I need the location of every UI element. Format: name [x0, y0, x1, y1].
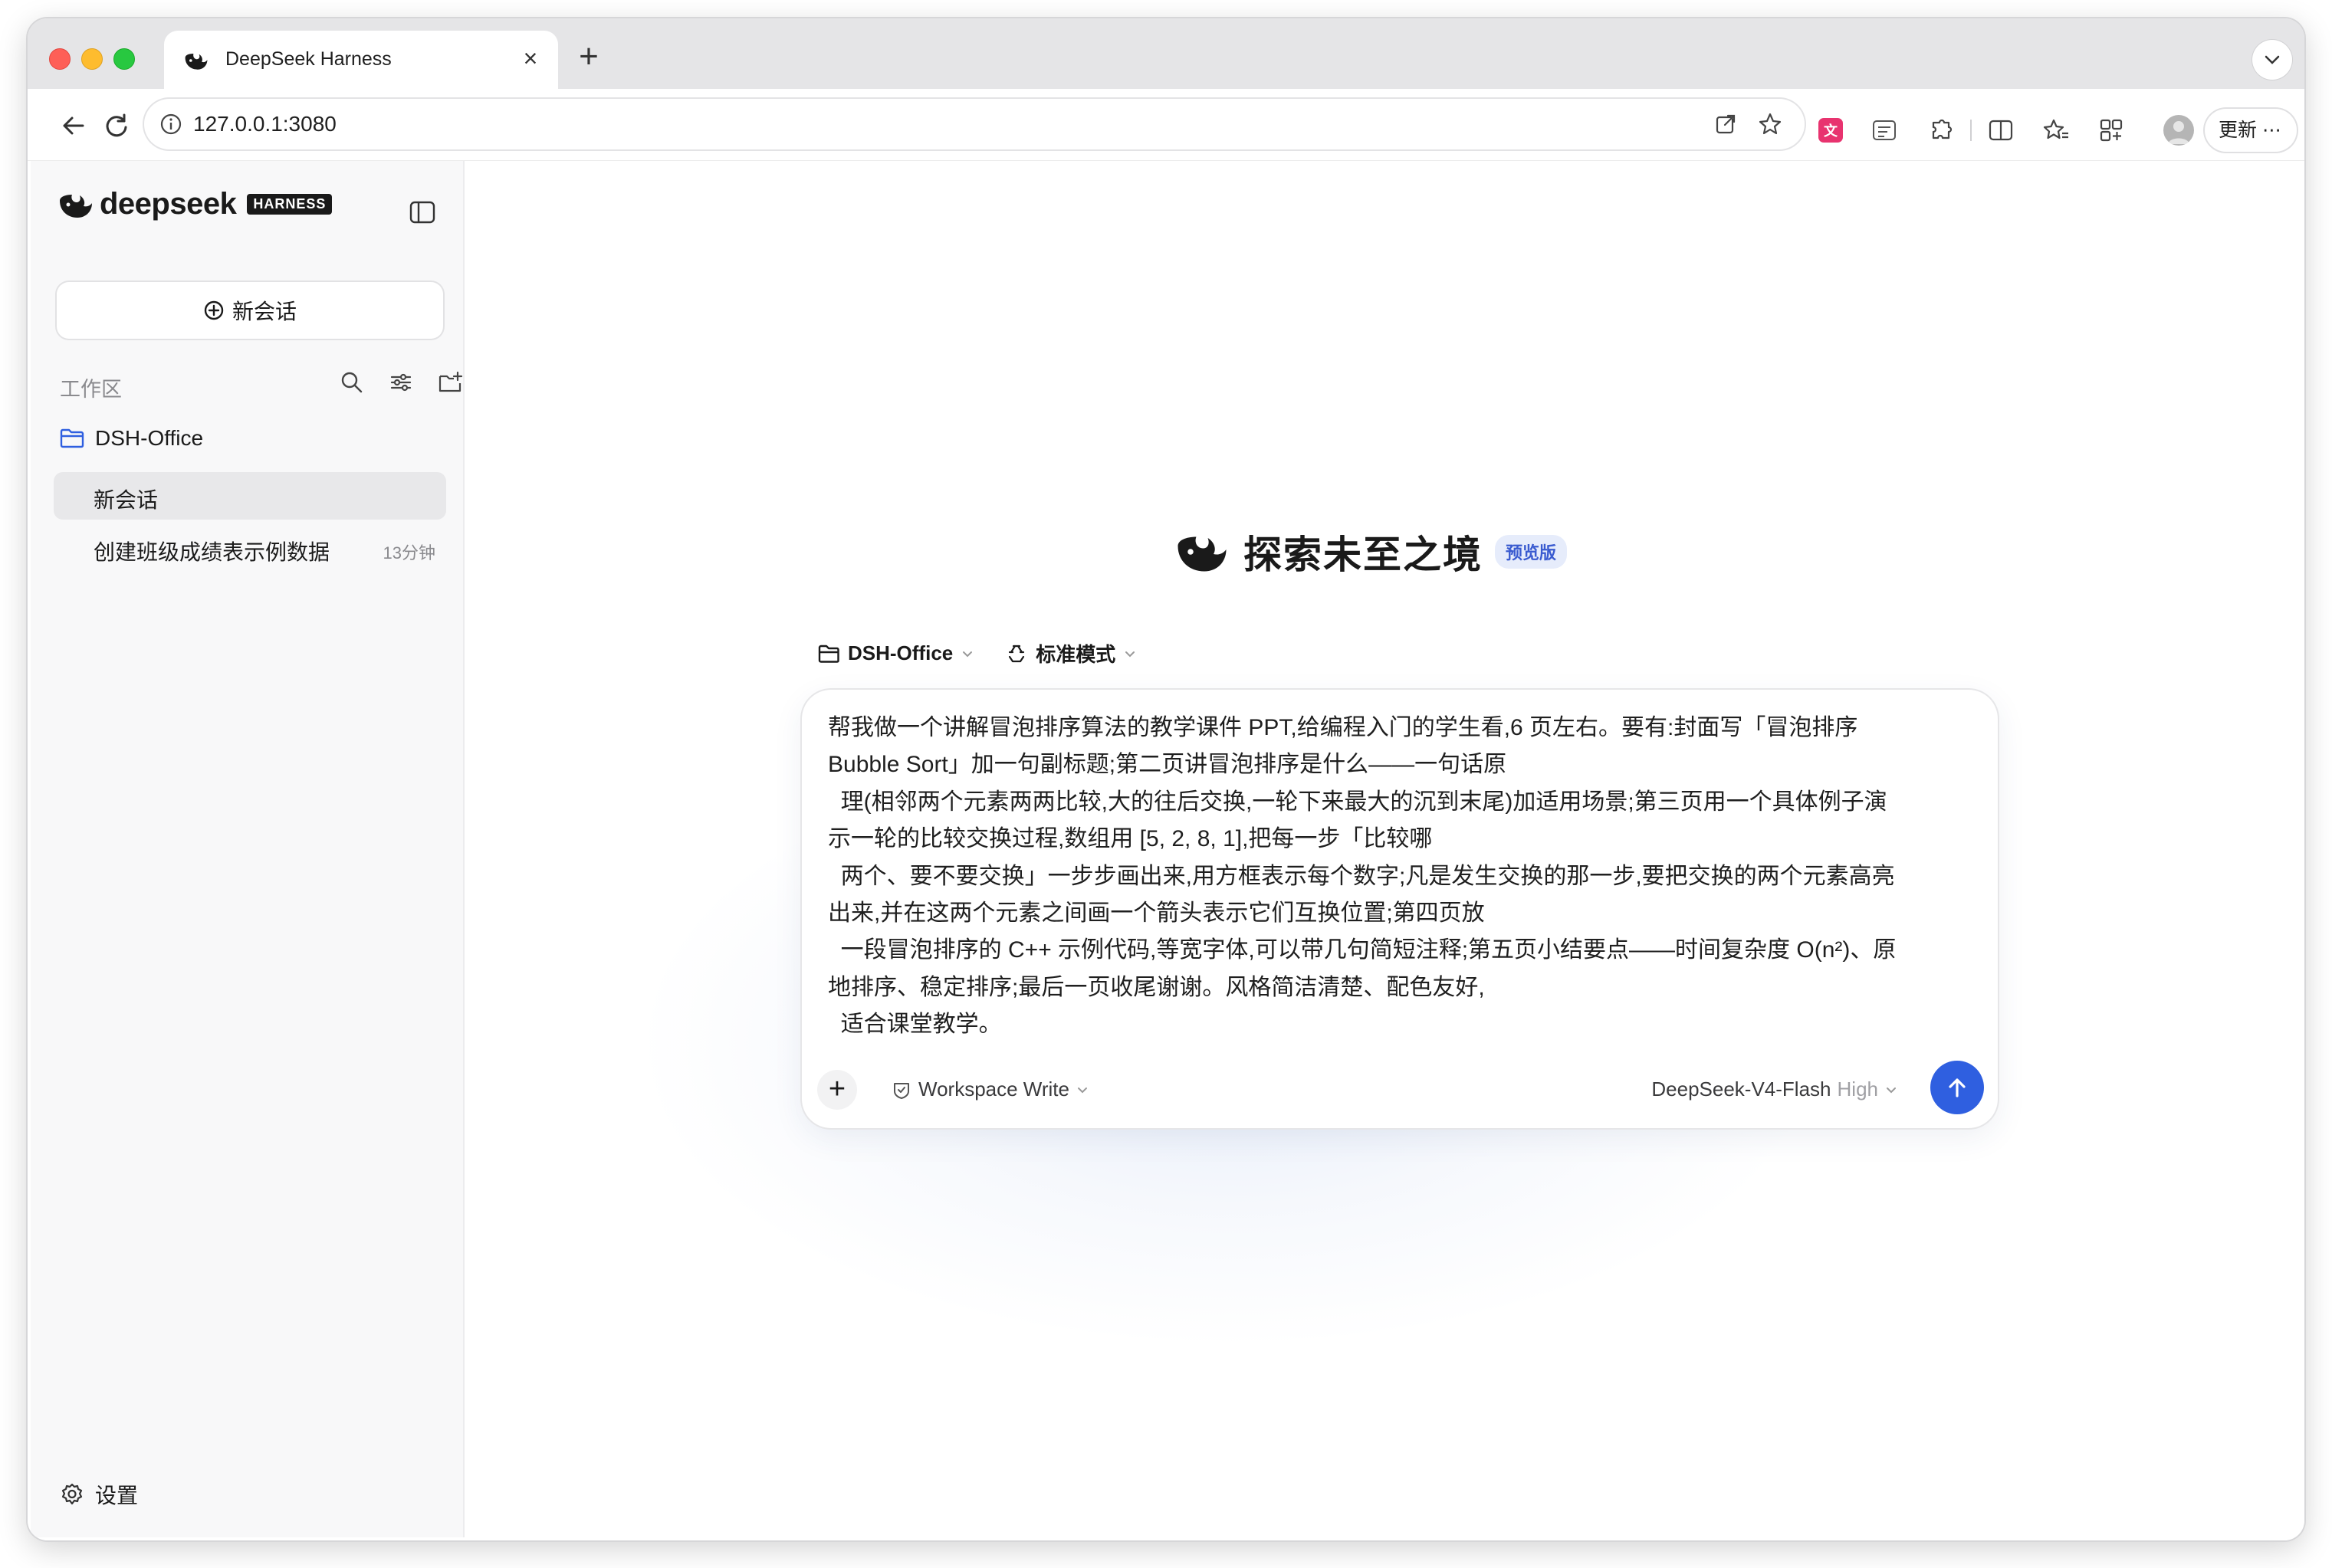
folder-name: DSH-Office [95, 426, 204, 450]
maximize-window-button[interactable] [113, 48, 135, 70]
shield-check-icon [894, 1082, 909, 1099]
back-arrow-icon[interactable] [55, 107, 92, 144]
address-bar[interactable]: 127.0.0.1:3080 [144, 99, 1805, 149]
browser-tab-active[interactable]: DeepSeek Harness × [164, 31, 558, 89]
main-panel: 探索未至之境 预览版 DSH-Office 标准模式 帮我做一个讲解冒泡排序算法… [465, 161, 2304, 1537]
session-item[interactable]: 创建班级成绩表示例数据 13分钟 [54, 524, 446, 572]
plus-circle-icon [204, 300, 224, 320]
settings-button[interactable]: 设置 [60, 1479, 138, 1510]
chevron-down-icon [1125, 651, 1135, 657]
toolbar-divider [1970, 120, 1972, 141]
chevron-down-icon [2265, 55, 2280, 64]
prompt-input[interactable]: 帮我做一个讲解冒泡排序算法的教学课件 PPT,给编程入门的学生看,6 页左右。要… [828, 710, 1978, 1044]
new-tab-button[interactable]: + [572, 40, 606, 75]
model-level: High [1837, 1078, 1878, 1101]
translate-extension-icon[interactable]: 文 [1817, 116, 1844, 144]
app-logo: deepseek HARNESS [57, 187, 333, 221]
browser-window: DeepSeek Harness × + 127.0.0.1:3080 文 更新… [28, 18, 2304, 1540]
new-chat-button[interactable]: 新会话 [57, 282, 443, 339]
logo-text: deepseek [100, 187, 237, 221]
session-item-active[interactable]: 新会话 [54, 472, 446, 520]
folder-selector-label: DSH-Office [848, 641, 954, 664]
tab-close-icon[interactable]: × [517, 44, 544, 72]
url-text[interactable]: 127.0.0.1:3080 [193, 112, 337, 136]
sidebar-toggle-icon[interactable] [409, 201, 435, 224]
mode-selector[interactable]: 标准模式 [1005, 639, 1137, 668]
collections-icon[interactable] [2097, 116, 2125, 144]
browser-toolbar: 127.0.0.1:3080 文 更新 ⋯ [28, 89, 2304, 161]
search-icon[interactable] [339, 369, 365, 395]
workspace-heading: 工作区 [60, 378, 122, 401]
site-info-icon[interactable] [159, 113, 182, 136]
sidebar: deepseek HARNESS 新会话 工作区 DSH-Office 新会话 … [31, 161, 465, 1537]
tab-title: DeepSeek Harness [225, 48, 392, 70]
permission-mode-label: Workspace Write [918, 1078, 1069, 1101]
chevron-down-icon [1887, 1087, 1896, 1093]
bookmark-star-icon[interactable] [1757, 111, 1783, 137]
svg-text:文: 文 [1824, 123, 1838, 139]
folder-icon [818, 645, 839, 663]
arrow-up-icon [1949, 1078, 1966, 1097]
logo-badge: HARNESS [247, 194, 333, 215]
folder-selector[interactable]: DSH-Office [817, 641, 974, 665]
model-selector[interactable]: DeepSeek-V4-Flash High [1651, 1078, 1898, 1101]
recycle-mode-icon [1009, 645, 1025, 662]
devtools-extension-icon[interactable] [1871, 116, 1898, 144]
workspace-folder[interactable]: DSH-Office [60, 426, 203, 451]
send-button[interactable] [1930, 1061, 1984, 1114]
reload-icon[interactable] [98, 107, 135, 144]
mode-selector-label: 标准模式 [1036, 643, 1116, 666]
minimize-window-button[interactable] [81, 48, 103, 70]
chevron-down-icon [963, 651, 973, 657]
attach-button[interactable]: + [817, 1070, 857, 1110]
preview-badge: 预览版 [1495, 535, 1568, 569]
tab-search-button[interactable] [2252, 40, 2292, 80]
new-folder-icon[interactable] [437, 369, 463, 395]
app-root: deepseek HARNESS 新会话 工作区 DSH-Office 新会话 … [28, 161, 2304, 1540]
prompt-composer[interactable]: 帮我做一个讲解冒泡排序算法的教学课件 PPT,给编程入门的学生看,6 页左右。要… [802, 690, 1998, 1128]
settings-label: 设置 [95, 1484, 139, 1507]
folder-icon [60, 428, 84, 448]
open-external-icon[interactable] [1713, 111, 1739, 137]
session-time: 13分钟 [383, 543, 435, 563]
deepseek-whale-icon [1177, 536, 1227, 572]
filter-sliders-icon[interactable] [388, 369, 414, 395]
gear-icon [61, 1483, 83, 1505]
puzzle-extensions-icon[interactable] [1927, 116, 1955, 144]
tab-bar: DeepSeek Harness × + [28, 18, 2304, 89]
profile-avatar[interactable] [2163, 115, 2194, 146]
favorites-icon[interactable] [2042, 116, 2070, 144]
update-button[interactable]: 更新 ⋯ [2205, 109, 2297, 152]
context-selectors: DSH-Office 标准模式 [817, 639, 1137, 668]
chevron-down-icon [1077, 1087, 1087, 1093]
permission-mode-selector[interactable]: Workspace Write [891, 1078, 1089, 1101]
model-name: DeepSeek-V4-Flash [1651, 1078, 1831, 1101]
hero-header: 探索未至之境 预览版 [1173, 524, 1568, 579]
deepseek-whale-icon [185, 54, 208, 70]
session-title: 创建班级成绩表示例数据 [94, 540, 330, 564]
session-title: 新会话 [94, 488, 159, 512]
user-icon [2168, 121, 2189, 144]
close-window-button[interactable] [49, 48, 71, 70]
deepseek-whale-icon [60, 194, 92, 218]
split-view-icon[interactable] [1987, 116, 2015, 144]
hero-title: 探索未至之境 [1243, 533, 1483, 576]
new-chat-label: 新会话 [232, 300, 297, 323]
